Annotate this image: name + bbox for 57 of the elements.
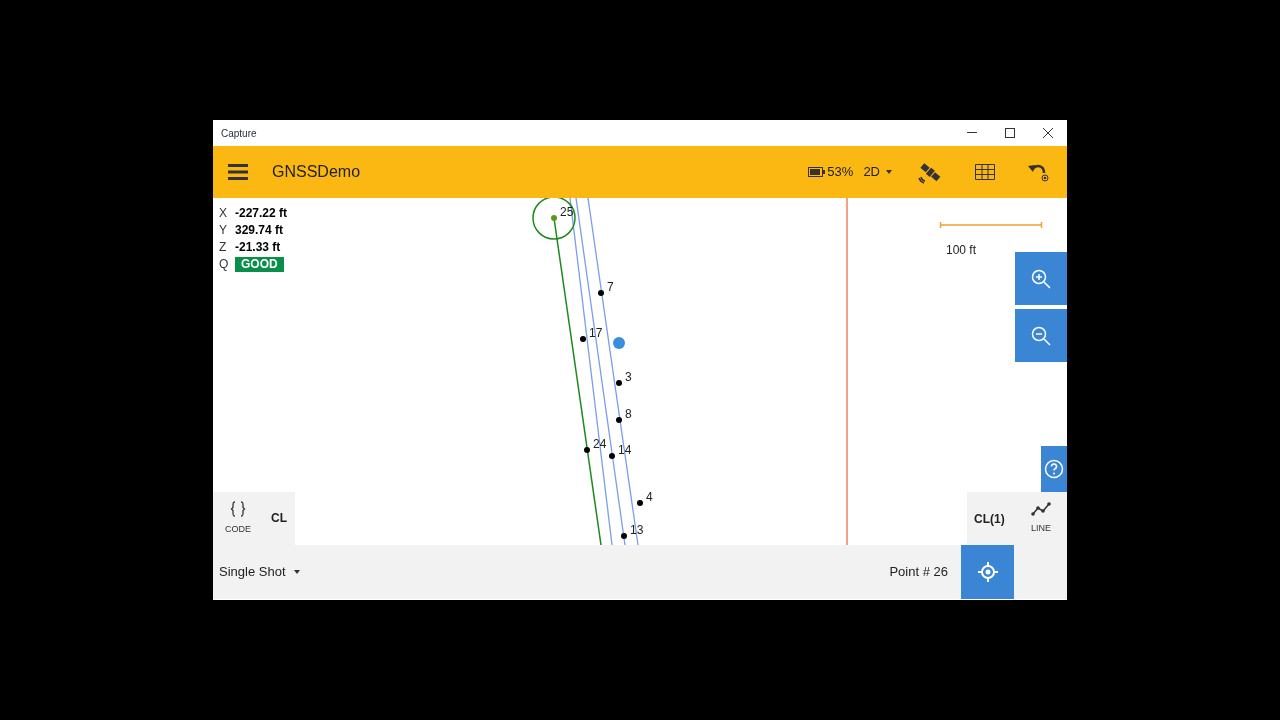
coordinate-value: -21.33 ft xyxy=(235,240,281,255)
zoom-out-icon xyxy=(1031,325,1051,346)
battery-level: 53% xyxy=(827,163,854,182)
point-label: 25 xyxy=(560,205,574,219)
caret-icon xyxy=(293,570,300,574)
scale-label: 100 ft xyxy=(946,242,977,259)
point-label: 4 xyxy=(646,490,653,504)
mode-dropdown[interactable]: 2D xyxy=(863,162,892,182)
line-code: CL(1) xyxy=(974,510,1005,528)
measure-button[interactable] xyxy=(961,545,1014,599)
point-label: 14 xyxy=(618,443,632,457)
help-button[interactable] xyxy=(1041,446,1067,492)
point-number: Point # 26 xyxy=(889,563,948,582)
axis-label: Z xyxy=(219,240,228,255)
survey-point[interactable] xyxy=(621,533,627,539)
maximize-icon xyxy=(1005,128,1015,138)
survey-point[interactable] xyxy=(616,380,622,386)
survey-point[interactable] xyxy=(584,447,590,453)
point-label: 17 xyxy=(589,326,603,340)
axis-label: X xyxy=(219,206,228,221)
shot-mode-dropdown[interactable]: Single Shot xyxy=(219,562,300,582)
survey-point[interactable] xyxy=(609,453,615,459)
zoom-in-icon xyxy=(1031,268,1051,289)
help-icon xyxy=(1044,459,1064,479)
axis-label: Y xyxy=(219,223,228,238)
survey-point[interactable] xyxy=(637,500,643,506)
project-title: GNSSDemo xyxy=(272,162,362,182)
menu-icon xyxy=(228,164,248,180)
grid-icon xyxy=(975,164,995,180)
current-position xyxy=(613,337,625,349)
current-code: CL xyxy=(271,509,287,527)
close-icon xyxy=(1043,128,1053,138)
window-title: Capture xyxy=(221,126,258,141)
line-button[interactable]: LINE xyxy=(1015,501,1067,536)
point-label: 13 xyxy=(630,523,644,537)
map-canvas[interactable]: 25 7 17 3 8 24 14 4 13 X -227.22 ft Y 329.74 ft Z -21.33 ft Q GOOD 100 ft CODE CL CL(1) LINE xyxy=(213,198,1067,545)
minimize-icon xyxy=(967,132,977,134)
point-label: 3 xyxy=(625,370,632,384)
zoom-in-button[interactable] xyxy=(1015,252,1067,305)
survey-point[interactable] xyxy=(580,336,586,342)
survey-point[interactable] xyxy=(598,290,604,296)
zoom-out-button[interactable] xyxy=(1015,309,1067,362)
caret-icon xyxy=(886,170,892,174)
survey-point[interactable] xyxy=(616,417,622,423)
quality-badge: GOOD xyxy=(235,257,284,272)
point-label: 7 xyxy=(607,280,614,294)
point-label: 24 xyxy=(593,437,607,451)
code-button[interactable]: CODE xyxy=(213,500,263,537)
quality-label: Q xyxy=(219,257,230,272)
target-icon xyxy=(977,562,998,582)
battery-icon xyxy=(808,167,826,177)
coordinate-value: -227.22 ft xyxy=(235,206,288,221)
coordinate-value: 329.74 ft xyxy=(235,223,284,238)
braces-icon xyxy=(230,500,246,517)
polyline-icon xyxy=(1031,501,1051,516)
point-label: 8 xyxy=(625,407,632,421)
undo-icon xyxy=(1028,162,1050,182)
